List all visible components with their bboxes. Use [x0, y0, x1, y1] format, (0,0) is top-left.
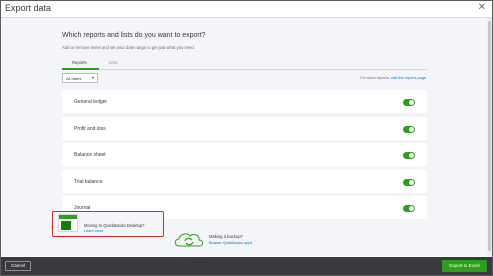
cancel-button[interactable]: Cancel — [5, 261, 31, 271]
toggle-knob — [409, 127, 414, 132]
page-title: Which reports and lists do you want to e… — [62, 32, 206, 39]
title-bar: Export data ✕ — [1, 1, 492, 18]
toggle-knob — [409, 180, 414, 185]
icon-body — [61, 221, 71, 230]
backup-promo-title: Making a backup? — [209, 234, 243, 239]
report-toggle[interactable] — [403, 99, 415, 106]
report-row-balance-sheet: Balance sheet — [62, 143, 427, 166]
toggle-knob — [409, 100, 414, 105]
browse-apps-link[interactable]: Browse QuickBooks apps — [209, 241, 252, 245]
report-toggle[interactable] — [403, 126, 415, 133]
quickbooks-desktop-icon — [58, 214, 78, 232]
report-label: Trial balance — [74, 179, 103, 185]
report-label: General ledger — [74, 99, 108, 105]
export-data-dialog: Export data ✕ Which reports and lists do… — [0, 0, 493, 276]
icon-header-bar — [59, 215, 77, 219]
report-row-trial-balance: Trial balance — [62, 170, 427, 193]
toggle-knob — [409, 153, 414, 158]
export-to-excel-button[interactable]: Export to Excel — [442, 260, 487, 272]
page-subtitle: Add or remove items and set your date ra… — [62, 45, 195, 50]
tab-bar: Reports Lists — [62, 60, 428, 70]
report-label: Profit and loss — [74, 126, 106, 132]
learn-more-link[interactable]: Learn more — [84, 229, 103, 233]
toggle-knob — [409, 206, 414, 211]
more-reports-text: For more reports, — [360, 76, 390, 80]
report-row-profit-and-loss: Profit and loss — [62, 117, 427, 140]
report-toggle[interactable] — [403, 179, 415, 186]
dialog-title: Export data — [5, 3, 52, 13]
report-toggle[interactable] — [403, 152, 415, 159]
date-range-dropdown[interactable]: All dates ▾ — [62, 73, 98, 83]
chevron-down-icon: ▾ — [91, 75, 94, 80]
reports-page-link[interactable]: visit the reports page — [391, 76, 426, 80]
moving-promo-title: Moving to QuickBooks Desktop? — [84, 223, 145, 228]
dialog-footer: Cancel Export to Excel — [1, 257, 492, 275]
report-row-general-ledger: General ledger — [62, 90, 427, 113]
report-toggle[interactable] — [403, 205, 415, 212]
report-label: Balance sheet — [74, 152, 106, 158]
more-reports-note: For more reports, visit the reports page — [360, 76, 426, 80]
date-range-value: All dates — [66, 76, 82, 81]
scrollbar-thumb[interactable] — [488, 21, 491, 251]
tab-reports[interactable]: Reports — [72, 60, 87, 65]
close-icon[interactable]: ✕ — [478, 2, 486, 13]
scrollbar[interactable] — [487, 18, 492, 256]
cloud-sync-icon — [174, 233, 204, 247]
active-tab-indicator — [62, 68, 99, 70]
tab-lists[interactable]: Lists — [109, 60, 118, 65]
